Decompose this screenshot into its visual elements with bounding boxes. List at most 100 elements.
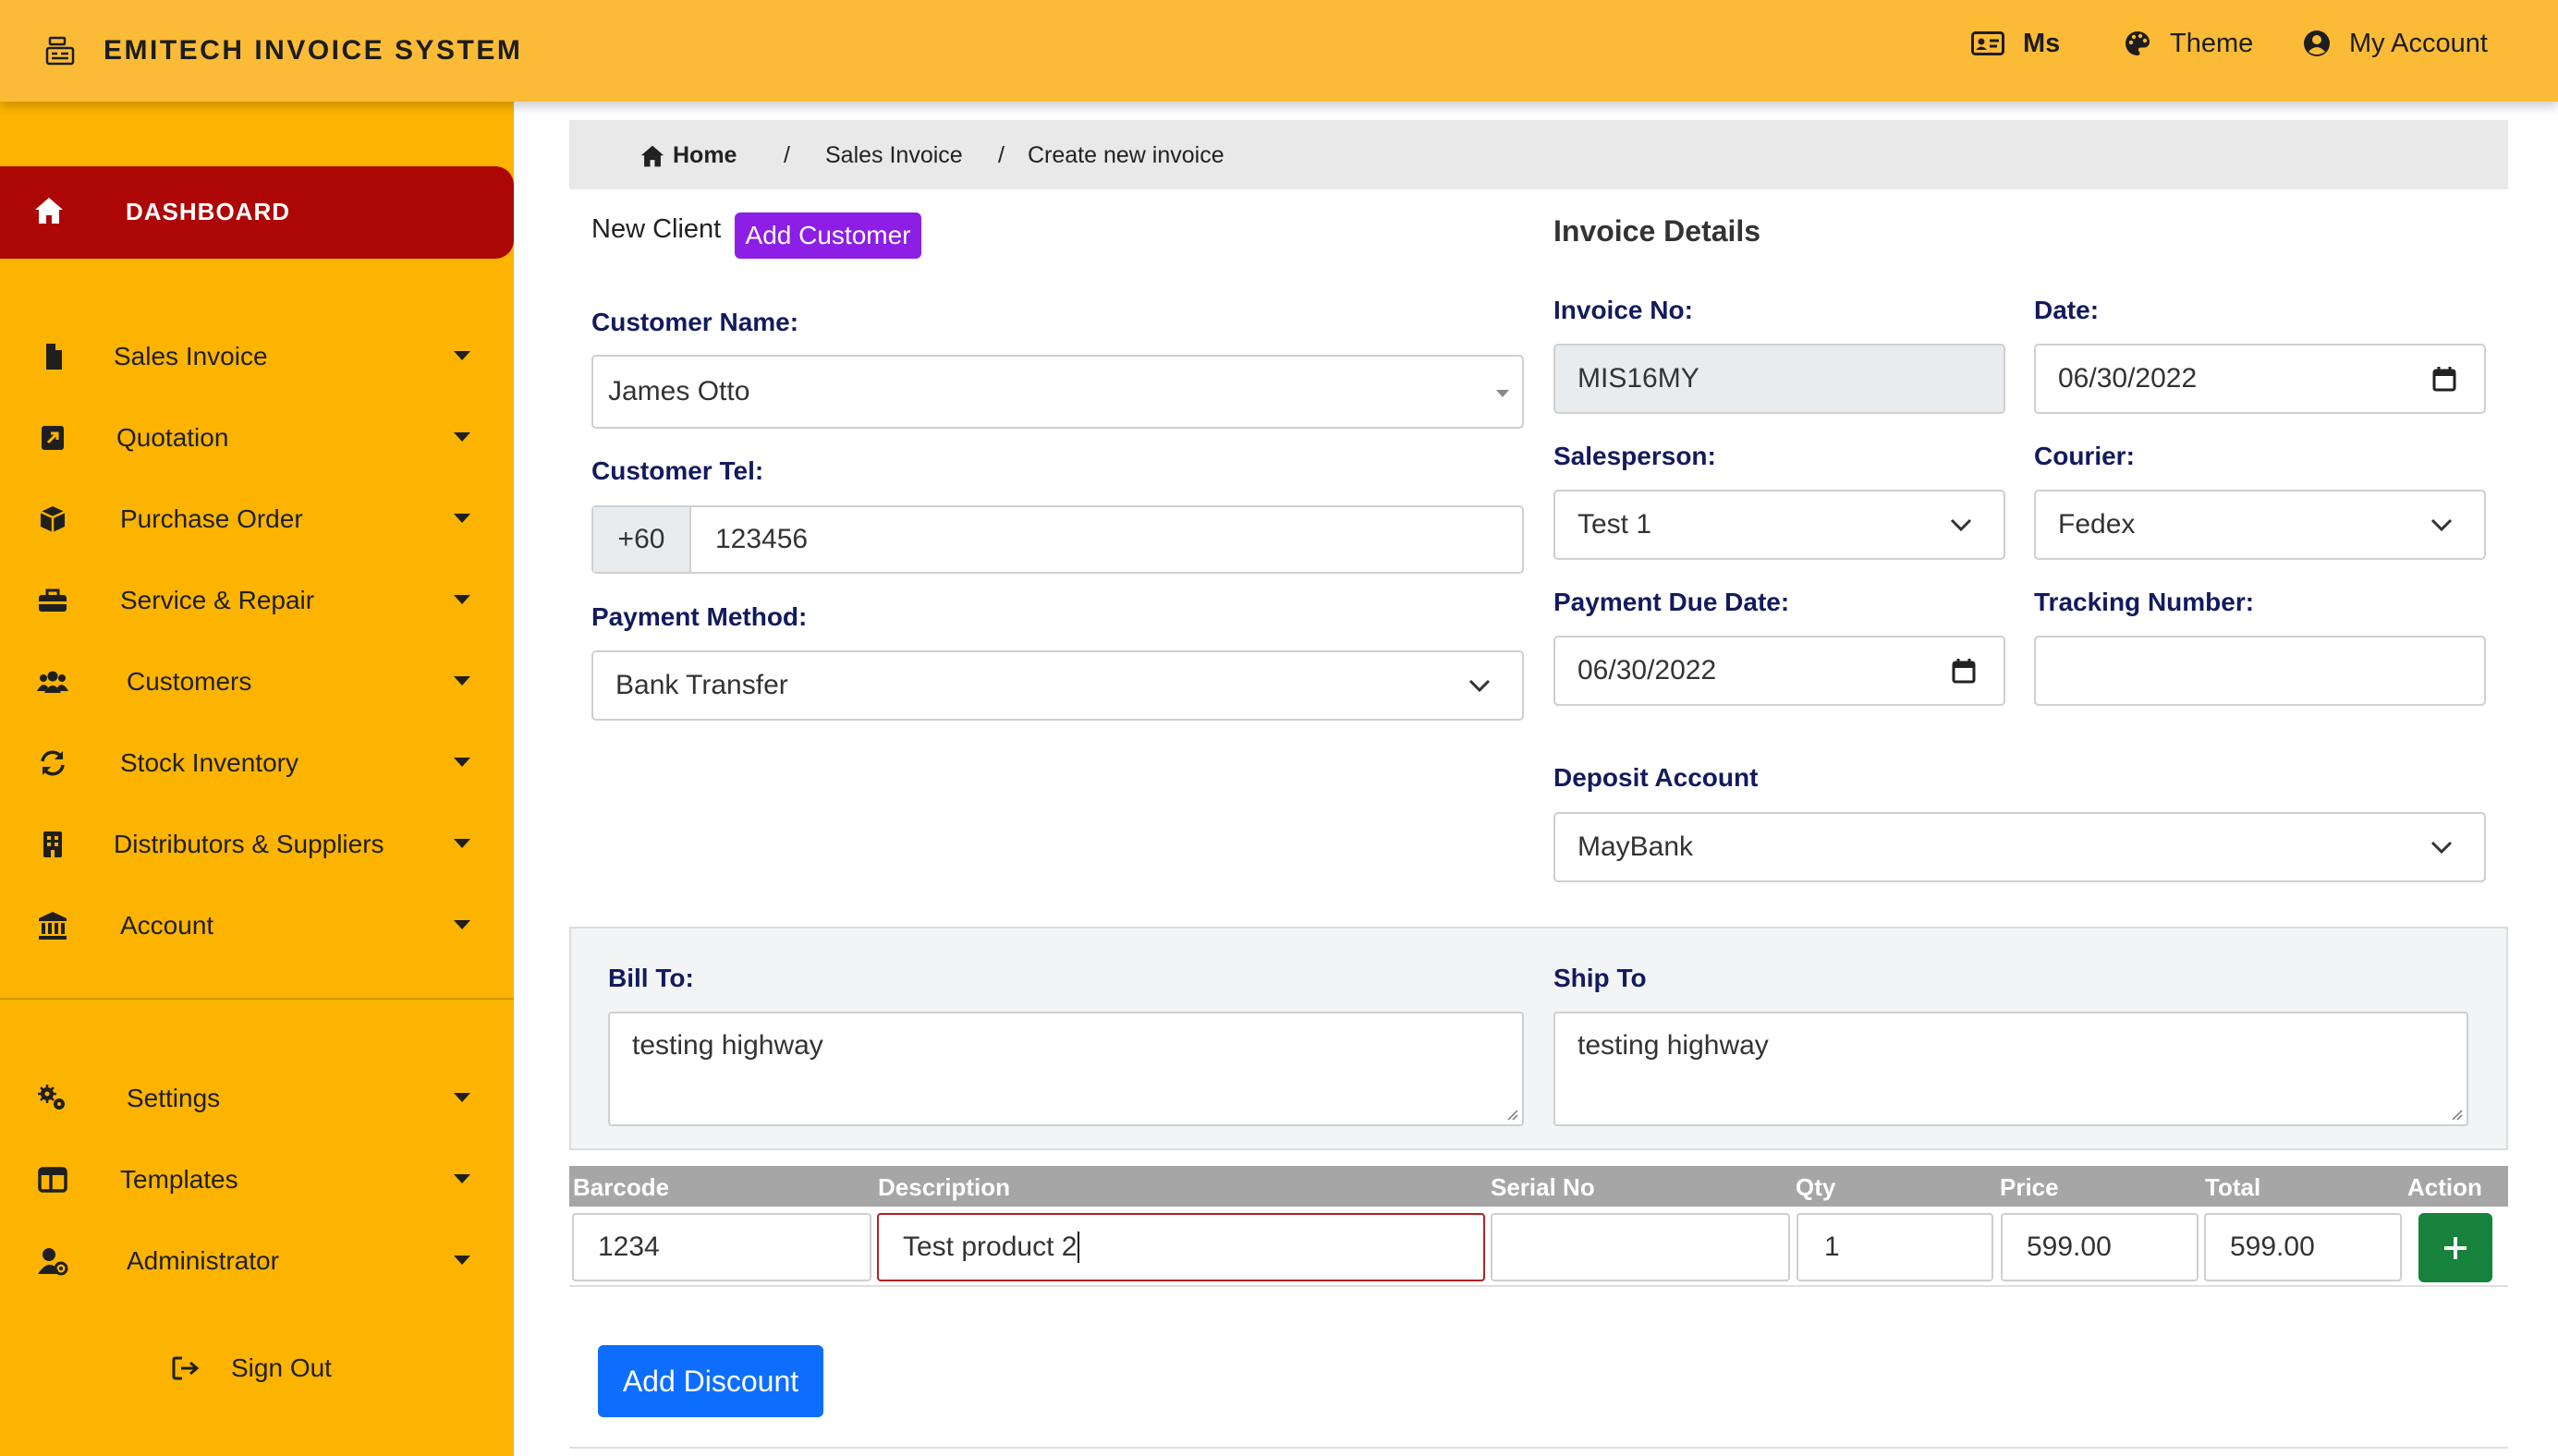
sidebar: DASHBOARD Sales Invoice Quotation Purcha… bbox=[0, 102, 514, 1456]
sidebar-item-label: Account bbox=[120, 911, 214, 940]
sign-out-link[interactable]: Sign Out bbox=[172, 1345, 332, 1391]
column-header-action: Action bbox=[2407, 1173, 2482, 1201]
caret-down-icon bbox=[454, 1093, 470, 1102]
sidebar-item-administrator[interactable]: Administrator bbox=[0, 1233, 514, 1289]
dashboard-label: DASHBOARD bbox=[126, 198, 290, 225]
caret-down-icon bbox=[454, 595, 470, 604]
breadcrumb-separator: / bbox=[998, 142, 1005, 168]
sidebar-item-quotation[interactable]: Quotation bbox=[0, 410, 514, 466]
sidebar-item-sales-invoice[interactable]: Sales Invoice bbox=[0, 329, 514, 384]
deposit-account-select[interactable]: MayBank bbox=[1553, 812, 2486, 882]
customer-name-value: James Otto bbox=[608, 376, 750, 406]
sidebar-item-settings[interactable]: Settings bbox=[0, 1071, 514, 1126]
add-customer-button[interactable]: Add Customer bbox=[735, 212, 921, 259]
total-value: 599.00 bbox=[2230, 1232, 2315, 1262]
tel-prefix: +60 bbox=[593, 507, 691, 572]
breadcrumb-home[interactable]: Home bbox=[640, 142, 737, 169]
brand[interactable]: EMITECH INVOICE SYSTEM bbox=[44, 28, 522, 74]
payment-due-date-value: 06/30/2022 bbox=[1577, 655, 1717, 686]
users-icon bbox=[37, 671, 68, 693]
payment-due-date-input[interactable]: 06/30/2022 bbox=[1553, 636, 2005, 706]
add-discount-button[interactable]: Add Discount bbox=[598, 1345, 823, 1417]
bill-to-label: Bill To: bbox=[608, 964, 694, 992]
price-input[interactable]: 599.00 bbox=[2001, 1213, 2199, 1281]
caret-down-icon bbox=[454, 514, 470, 523]
description-input[interactable]: Test product 2 bbox=[877, 1213, 1485, 1281]
customer-tel-input[interactable]: +60 123456 bbox=[591, 505, 1524, 574]
table-row-divider bbox=[569, 1285, 2508, 1287]
barcode-input[interactable]: 1234 bbox=[572, 1213, 871, 1281]
calendar-icon[interactable] bbox=[1952, 658, 1976, 684]
sidebar-item-templates[interactable]: Templates bbox=[0, 1152, 514, 1207]
sidebar-item-label: Quotation bbox=[116, 423, 229, 452]
salesperson-label: Salesperson: bbox=[1553, 442, 1716, 470]
date-input[interactable]: 06/30/2022 bbox=[2034, 344, 2486, 414]
sidebar-item-customers[interactable]: Customers bbox=[0, 654, 514, 710]
invoice-no-label: Invoice No: bbox=[1553, 296, 1693, 324]
sidebar-divider bbox=[0, 998, 514, 1000]
date-label: Date: bbox=[2034, 296, 2100, 324]
sidebar-item-purchase-order[interactable]: Purchase Order bbox=[0, 491, 514, 547]
bill-to-value: testing highway bbox=[632, 1030, 823, 1061]
courier-label: Courier: bbox=[2034, 442, 2135, 470]
courier-select[interactable]: Fedex bbox=[2034, 490, 2486, 560]
barcode-value: 1234 bbox=[598, 1232, 660, 1262]
serial-no-input[interactable] bbox=[1491, 1213, 1790, 1281]
courier-value: Fedex bbox=[2058, 509, 2136, 540]
customer-name-select[interactable]: James Otto bbox=[591, 355, 1524, 429]
caret-down-icon bbox=[454, 351, 470, 360]
qty-input[interactable]: 1 bbox=[1797, 1213, 1993, 1281]
sidebar-item-account[interactable]: Account bbox=[0, 898, 514, 953]
sidebar-item-label: Customers bbox=[127, 667, 252, 696]
theme-label: Theme bbox=[2170, 28, 2254, 58]
caret-down-icon bbox=[454, 839, 470, 848]
resize-handle-icon[interactable] bbox=[2450, 1108, 2463, 1121]
bill-to-textarea[interactable]: testing highway bbox=[608, 1012, 1524, 1126]
file-icon bbox=[46, 344, 62, 370]
sidebar-item-dashboard[interactable]: DASHBOARD bbox=[0, 166, 514, 259]
id-card-icon bbox=[1971, 31, 2004, 55]
column-header-barcode: Barcode bbox=[573, 1173, 670, 1201]
salesperson-select[interactable]: Test 1 bbox=[1553, 490, 2005, 560]
theme-menu[interactable]: Theme bbox=[2124, 25, 2253, 62]
user-id-menu[interactable]: Ms bbox=[1971, 25, 2060, 62]
sign-out-icon bbox=[172, 1356, 200, 1380]
calendar-icon[interactable] bbox=[2432, 366, 2456, 392]
resize-handle-icon[interactable] bbox=[1505, 1108, 1518, 1121]
sidebar-item-label: Sales Invoice bbox=[114, 342, 268, 370]
deposit-account-value: MayBank bbox=[1577, 831, 1694, 862]
ship-to-textarea[interactable]: testing highway bbox=[1553, 1012, 2468, 1126]
tracking-number-input[interactable] bbox=[2034, 636, 2486, 706]
dropdown-arrow-icon bbox=[1496, 390, 1509, 397]
customer-name-label: Customer Name: bbox=[591, 308, 799, 336]
caret-down-icon bbox=[454, 758, 470, 767]
home-icon bbox=[35, 198, 63, 224]
caret-down-icon bbox=[454, 432, 470, 442]
my-account-menu[interactable]: My Account bbox=[2303, 25, 2488, 62]
invoice-details-title: Invoice Details bbox=[1553, 214, 1761, 248]
palette-icon bbox=[2126, 31, 2150, 55]
sidebar-item-service-repair[interactable]: Service & Repair bbox=[0, 573, 514, 628]
tracking-number-label: Tracking Number: bbox=[2034, 588, 2255, 616]
sidebar-item-stock-inventory[interactable]: Stock Inventory bbox=[0, 735, 514, 791]
payment-method-value: Bank Transfer bbox=[615, 670, 788, 700]
total-input[interactable]: 599.00 bbox=[2204, 1213, 2402, 1281]
breadcrumb-sales-invoice[interactable]: Sales Invoice bbox=[825, 142, 963, 169]
building-icon bbox=[43, 831, 62, 857]
bank-icon bbox=[39, 912, 67, 940]
add-row-button[interactable] bbox=[2418, 1213, 2492, 1282]
sidebar-item-label: Distributors & Suppliers bbox=[114, 830, 384, 858]
text-cursor bbox=[1078, 1232, 1080, 1263]
column-header-serial-no: Serial No bbox=[1491, 1173, 1595, 1201]
qty-value: 1 bbox=[1824, 1232, 1840, 1262]
payment-method-select[interactable]: Bank Transfer bbox=[591, 650, 1524, 721]
template-icon bbox=[38, 1167, 67, 1193]
sidebar-item-distributors-suppliers[interactable]: Distributors & Suppliers bbox=[0, 817, 514, 872]
column-header-qty: Qty bbox=[1796, 1173, 1836, 1201]
date-value: 06/30/2022 bbox=[2058, 363, 2198, 394]
invoice-no-value: MIS16MY bbox=[1577, 363, 1699, 394]
column-header-description: Description bbox=[878, 1173, 1011, 1201]
sync-icon bbox=[41, 750, 65, 776]
sidebar-item-label: Settings bbox=[127, 1084, 221, 1112]
customer-tel-label: Customer Tel: bbox=[591, 456, 764, 485]
